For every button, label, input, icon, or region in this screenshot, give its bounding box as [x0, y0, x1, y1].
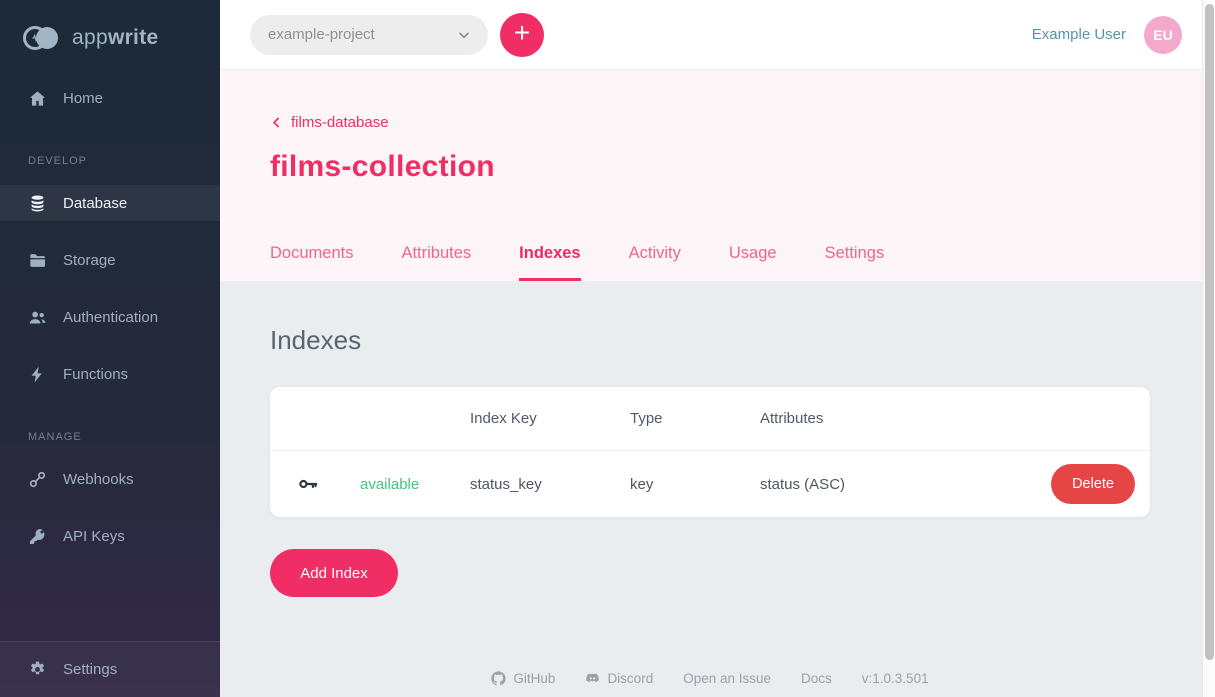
- footer-link-open-issue[interactable]: Open an Issue: [683, 671, 771, 686]
- discord-icon: [585, 671, 600, 686]
- sidebar-item-label: Authentication: [63, 309, 158, 326]
- folder-icon: [28, 251, 47, 270]
- footer-link-label: GitHub: [513, 671, 555, 686]
- chevron-down-icon: [456, 27, 472, 43]
- add-index-button[interactable]: Add Index: [270, 549, 398, 597]
- sidebar-item-label: Home: [63, 90, 103, 107]
- appwrite-logo-icon: [22, 24, 62, 52]
- avatar[interactable]: EU: [1144, 16, 1182, 54]
- indexes-table: Index Key Type Attributes available stat…: [270, 387, 1150, 517]
- create-project-button[interactable]: +: [500, 13, 544, 57]
- column-header-index-key: Index Key: [470, 410, 630, 427]
- avatar-initials: EU: [1153, 27, 1172, 43]
- footer-link-github[interactable]: GitHub: [491, 671, 555, 686]
- tab-activity[interactable]: Activity: [629, 244, 681, 281]
- index-type-value: key: [630, 476, 760, 493]
- footer-link-label: Discord: [607, 671, 653, 686]
- vertical-scrollbar[interactable]: [1202, 0, 1215, 697]
- column-header-attributes: Attributes: [760, 410, 1030, 427]
- tab-attributes[interactable]: Attributes: [401, 244, 471, 281]
- column-header-type: Type: [630, 410, 760, 427]
- sidebar-item-authentication[interactable]: Authentication: [0, 299, 220, 335]
- project-selector-value: example-project: [268, 26, 375, 43]
- delete-index-button[interactable]: Delete: [1051, 464, 1135, 504]
- users-icon: [28, 308, 47, 327]
- gear-icon: [28, 660, 47, 679]
- bolt-icon: [28, 365, 47, 384]
- sidebar-nav: Home DEVELOP Database Storage: [0, 80, 220, 641]
- footer-link-docs[interactable]: Docs: [801, 671, 832, 686]
- sidebar-item-api-keys[interactable]: API Keys: [0, 518, 220, 554]
- footer: GitHub Discord Open an Issue Docs v:1.0.…: [270, 671, 1150, 697]
- github-icon: [491, 671, 506, 686]
- sidebar-item-storage[interactable]: Storage: [0, 242, 220, 278]
- tab-bar: Documents Attributes Indexes Activity Us…: [270, 244, 1150, 281]
- sidebar-item-label: Database: [63, 195, 127, 212]
- version-label: v:1.0.3.501: [862, 671, 929, 686]
- sidebar-item-label: Storage: [63, 252, 116, 269]
- page-header: films-database films-collection Document…: [220, 70, 1202, 281]
- tab-usage[interactable]: Usage: [729, 244, 777, 281]
- tab-indexes[interactable]: Indexes: [519, 244, 580, 281]
- sidebar-section-manage: MANAGE: [0, 431, 220, 443]
- index-attributes-value: status (ASC): [760, 476, 1030, 493]
- link-icon: [28, 470, 47, 489]
- sidebar-item-label: Settings: [63, 661, 117, 678]
- index-key-value: status_key: [470, 476, 630, 493]
- topbar: example-project + Example User EU: [220, 0, 1202, 70]
- table-row: available status_key key status (ASC) De…: [270, 451, 1150, 517]
- footer-link-label: Open an Issue: [683, 671, 771, 686]
- footer-link-label: Docs: [801, 671, 832, 686]
- table-header-row: Index Key Type Attributes: [270, 387, 1150, 451]
- sidebar-item-webhooks[interactable]: Webhooks: [0, 461, 220, 497]
- sidebar-item-label: Webhooks: [63, 471, 134, 488]
- breadcrumb-label: films-database: [291, 114, 389, 131]
- page-title: films-collection: [270, 150, 1150, 184]
- user-menu-link[interactable]: Example User: [1032, 26, 1126, 43]
- index-status: available: [345, 476, 470, 493]
- sidebar-item-settings[interactable]: Settings: [0, 641, 220, 697]
- chevron-left-icon: [270, 116, 283, 129]
- plus-icon: +: [514, 13, 530, 53]
- index-key-icon: [297, 473, 319, 495]
- content-column: example-project + Example User EU films-…: [220, 0, 1202, 697]
- sidebar-item-label: Functions: [63, 366, 128, 383]
- appwrite-logo-text: appwrite: [72, 26, 158, 50]
- breadcrumb[interactable]: films-database: [270, 114, 389, 131]
- project-selector[interactable]: example-project: [250, 15, 488, 55]
- tab-settings[interactable]: Settings: [825, 244, 885, 281]
- scrollbar-thumb[interactable]: [1205, 4, 1214, 660]
- footer-link-discord[interactable]: Discord: [585, 671, 653, 686]
- sidebar-item-functions[interactable]: Functions: [0, 356, 220, 392]
- sidebar-item-label: API Keys: [63, 528, 125, 545]
- section-heading: Indexes: [270, 325, 1150, 356]
- key-icon: [28, 527, 47, 546]
- sidebar-item-database[interactable]: Database: [0, 185, 220, 221]
- database-icon: [28, 194, 47, 213]
- appwrite-logo[interactable]: appwrite: [0, 0, 220, 52]
- main-content: Indexes Index Key Type Attributes availa…: [220, 281, 1202, 697]
- sidebar: appwrite Home DEVELOP Database: [0, 0, 220, 697]
- sidebar-item-home[interactable]: Home: [0, 80, 220, 116]
- sidebar-section-develop: DEVELOP: [0, 155, 220, 167]
- tab-documents[interactable]: Documents: [270, 244, 353, 281]
- home-icon: [28, 89, 47, 108]
